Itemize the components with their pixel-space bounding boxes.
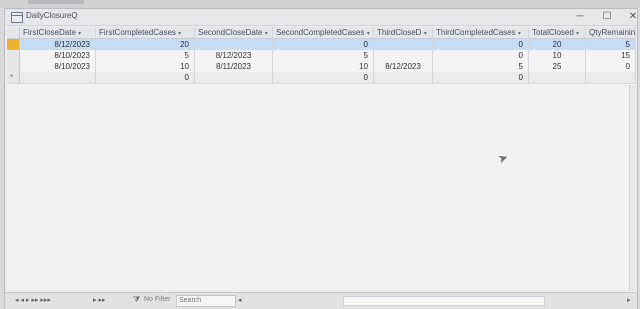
sort-dropdown-icon[interactable]: ▾ (518, 31, 521, 37)
record-navigation[interactable]: ◂ ◂ ▸ ▸▸ ▸▸▸ (15, 296, 51, 304)
cell-totalclosed[interactable] (529, 72, 586, 83)
sort-dropdown-icon[interactable]: ▾ (576, 31, 579, 37)
record-selector[interactable] (7, 61, 20, 72)
sort-dropdown-icon[interactable]: ▾ (367, 31, 370, 37)
cell-secondclosedate[interactable]: 8/11/2023 (195, 61, 273, 72)
scroll-right-icon[interactable]: ▸ (627, 296, 631, 304)
mouse-pointer-icon: ➤ (495, 149, 511, 167)
close-button[interactable]: ✕ (625, 10, 640, 24)
background-strip (0, 0, 640, 8)
record-selector[interactable]: * (7, 72, 20, 83)
window-titlebar: DailyClosureQ ─ ☐ ✕ (5, 9, 637, 26)
cell-secondcompletedcases[interactable]: 5 (273, 50, 374, 61)
sort-dropdown-icon[interactable]: ▾ (424, 31, 427, 37)
window-title: DailyClosureQ (26, 11, 78, 20)
filter-status[interactable]: No Filter (144, 296, 170, 303)
cell-secondcompletedcases[interactable]: 0 (273, 39, 374, 50)
column-header-totalclosed[interactable]: TotalClosed ▾ (529, 27, 586, 38)
column-header-secondcompletedcases[interactable]: SecondCompletedCases ▾ (273, 27, 374, 38)
status-bar: ◂ ◂ ▸ ▸▸ ▸▸▸ ▸ ▸▸ ⧩ No Filter Search ◂ ▸ (5, 292, 637, 309)
cell-qtyremaining[interactable] (586, 72, 636, 83)
column-header-firstclosedate[interactable]: FirstCloseDate ▾ (20, 27, 96, 38)
cell-secondcompletedcases[interactable]: 10 (273, 61, 374, 72)
record-nav-arrows[interactable]: ▸ ▸▸ (93, 296, 106, 304)
cell-secondclosedate[interactable] (195, 39, 273, 50)
cell-secondclosedate[interactable]: 8/12/2023 (195, 50, 273, 61)
cell-secondclosedate[interactable] (195, 72, 273, 83)
record-selector[interactable] (7, 50, 20, 61)
cell-firstclosedate[interactable]: 8/12/2023 (20, 39, 96, 50)
sort-dropdown-icon[interactable]: ▾ (265, 31, 268, 37)
column-header-qtyremaining[interactable]: QtyRemainin ▾ (586, 27, 636, 38)
maximize-button[interactable]: ☐ (599, 10, 615, 24)
select-all-corner[interactable] (7, 27, 20, 38)
column-header-firstcompletedcases[interactable]: FirstCompletedCases ▾ (96, 27, 195, 38)
datasheet-grid: FirstCloseDate ▾ FirstCompletedCases ▾ S… (7, 27, 636, 290)
vertical-scrollbar[interactable] (629, 85, 636, 290)
partial-tab (28, 0, 84, 4)
cell-firstcompletedcases[interactable]: 5 (96, 50, 195, 61)
cell-firstcompletedcases[interactable]: 20 (96, 39, 195, 50)
cell-firstcompletedcases[interactable]: 0 (96, 72, 195, 83)
table-icon (11, 12, 23, 23)
cell-firstclosedate[interactable]: 8/10/2023 (20, 61, 96, 72)
cell-firstclosedate[interactable]: 8/10/2023 (20, 50, 96, 61)
column-header-thirdcompletedcases[interactable]: ThirdCompletedCases ▾ (433, 27, 529, 38)
header-row: FirstCloseDate ▾ FirstCompletedCases ▾ S… (7, 27, 636, 39)
cell-totalclosed[interactable]: 20 (529, 39, 586, 50)
column-header-secondclosedate[interactable]: SecondCloseDate ▾ (195, 27, 273, 38)
table-row[interactable]: 8/12/2023 20 0 0 20 5 (7, 39, 636, 50)
cell-thirdcompletedcases[interactable]: 0 (433, 50, 529, 61)
filter-icon: ⧩ (133, 295, 141, 304)
cell-qtyremaining[interactable]: 5 (586, 39, 636, 50)
column-header-thirdclosedate[interactable]: ThirdCloseD ▾ (374, 27, 433, 38)
cell-thirdclosedate[interactable]: 8/12/2023 (374, 61, 433, 72)
cell-thirdcompletedcases[interactable]: 5 (433, 61, 529, 72)
cell-thirdclosedate[interactable] (374, 50, 433, 61)
sort-dropdown-icon[interactable]: ▾ (178, 31, 181, 37)
new-record-row[interactable]: * 0 0 0 (7, 72, 636, 84)
cell-qtyremaining[interactable]: 15 (586, 50, 636, 61)
cell-firstcompletedcases[interactable]: 10 (96, 61, 195, 72)
cell-firstclosedate[interactable] (20, 72, 96, 83)
cell-thirdcompletedcases[interactable]: 0 (433, 39, 529, 50)
cell-thirdcompletedcases[interactable]: 0 (433, 72, 529, 83)
minimize-button[interactable]: ─ (572, 10, 588, 24)
scroll-left-icon[interactable]: ◂ (238, 296, 242, 304)
cell-thirdclosedate[interactable] (374, 72, 433, 83)
record-selector[interactable] (7, 39, 20, 50)
cell-secondcompletedcases[interactable]: 0 (273, 72, 374, 83)
cell-totalclosed[interactable]: 25 (529, 61, 586, 72)
new-record-icon: * (10, 73, 14, 82)
sort-dropdown-icon[interactable]: ▾ (78, 31, 81, 37)
cell-thirdclosedate[interactable] (374, 39, 433, 50)
datasheet-window: DailyClosureQ ─ ☐ ✕ FirstCloseDate ▾ Fir… (4, 8, 638, 309)
search-input[interactable]: Search (176, 295, 236, 307)
cell-qtyremaining[interactable]: 0 (586, 61, 636, 72)
horizontal-scrollbar[interactable] (343, 296, 545, 306)
cell-totalclosed[interactable]: 10 (529, 50, 586, 61)
